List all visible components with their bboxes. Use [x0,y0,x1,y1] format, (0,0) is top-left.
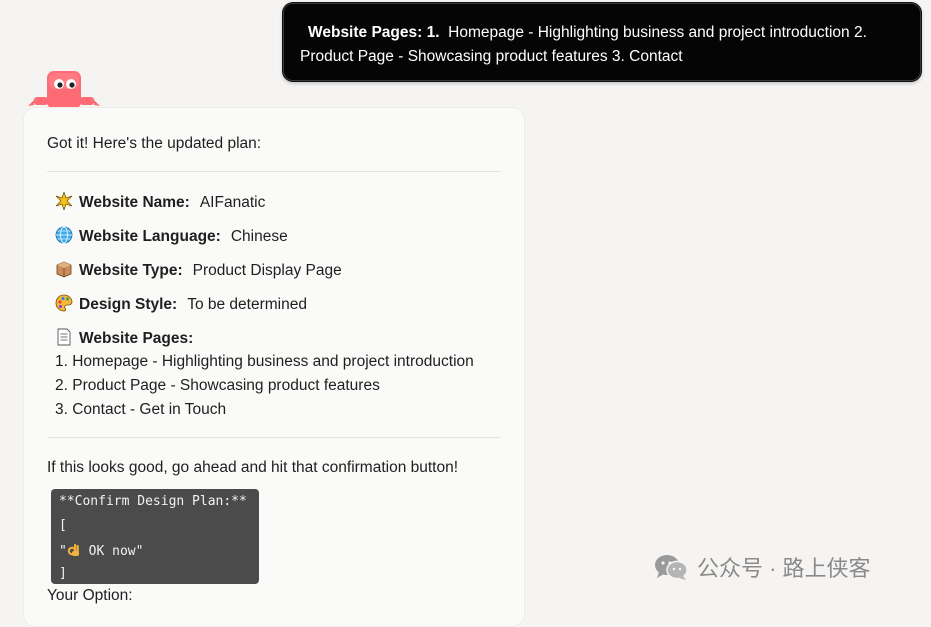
plan-item-website-pages: Website Pages: [55,328,203,349]
plan-value: Chinese [230,228,288,245]
plan-item-website-name: Website Name: AIFanatic [55,192,265,213]
plan-item-website-type: Website Type: Product Display Page [55,260,342,281]
plan-item-website-language: Website Language: Chinese [55,226,288,247]
page-list-item: 1. Homepage - Highlighting business and … [55,353,474,370]
document-icon [57,328,71,346]
box-icon [56,261,72,278]
code-line: **Confirm Design Plan:** [59,494,247,509]
plan-label: Website Language: [79,228,221,245]
code-text: " [59,544,67,559]
page-list-item: 2. Product Page - Showcasing product fea… [55,377,380,394]
code-line: [ [59,518,67,533]
plan-label: Design Style: [79,296,178,313]
sparkle-icon [55,192,73,210]
plan-label: Website Pages: [79,330,194,347]
user-message-line-1: Website Pages: 1. Homepage - Highlightin… [300,21,904,45]
plan-value: AIFanatic [199,194,266,211]
user-message-text: Homepage - Highlighting business and pro… [448,24,867,41]
ok-now-option[interactable]: " OK now" [59,542,143,559]
divider [47,437,501,438]
code-text: OK now" [80,544,144,559]
page-list-item: 3. Contact - Get in Touch [55,401,227,418]
your-option-label: Your Option: [47,587,133,604]
confirmation-prompt: If this looks good, go ahead and hit tha… [47,459,459,476]
code-line: ] [59,566,67,581]
watermark: 公众号 · 路上侠客 [653,552,871,582]
palette-icon [55,294,73,312]
divider [47,171,501,172]
wechat-icon [655,555,688,580]
assistant-intro: Got it! Here's the updated plan: [47,135,262,152]
plan-value: To be determined [187,296,307,313]
plan-item-design-style: Design Style: To be determined [55,294,307,315]
user-message-bubble: Website Pages: 1. Homepage - Highlightin… [283,3,921,81]
plan-label: Website Type: [79,262,183,279]
watermark-text: 公众号 · 路上侠客 [697,556,871,581]
plan-value: Product Display Page [192,262,342,279]
ok-hand-icon [67,544,79,556]
globe-icon [55,226,73,244]
user-message-line-2: Product Page - Showcasing product featur… [300,48,683,65]
user-message-label: Website Pages: 1. [308,24,440,41]
plan-label: Website Name: [79,194,190,211]
code-block: **Confirm Design Plan:** [ " OK now" ] [51,489,259,584]
